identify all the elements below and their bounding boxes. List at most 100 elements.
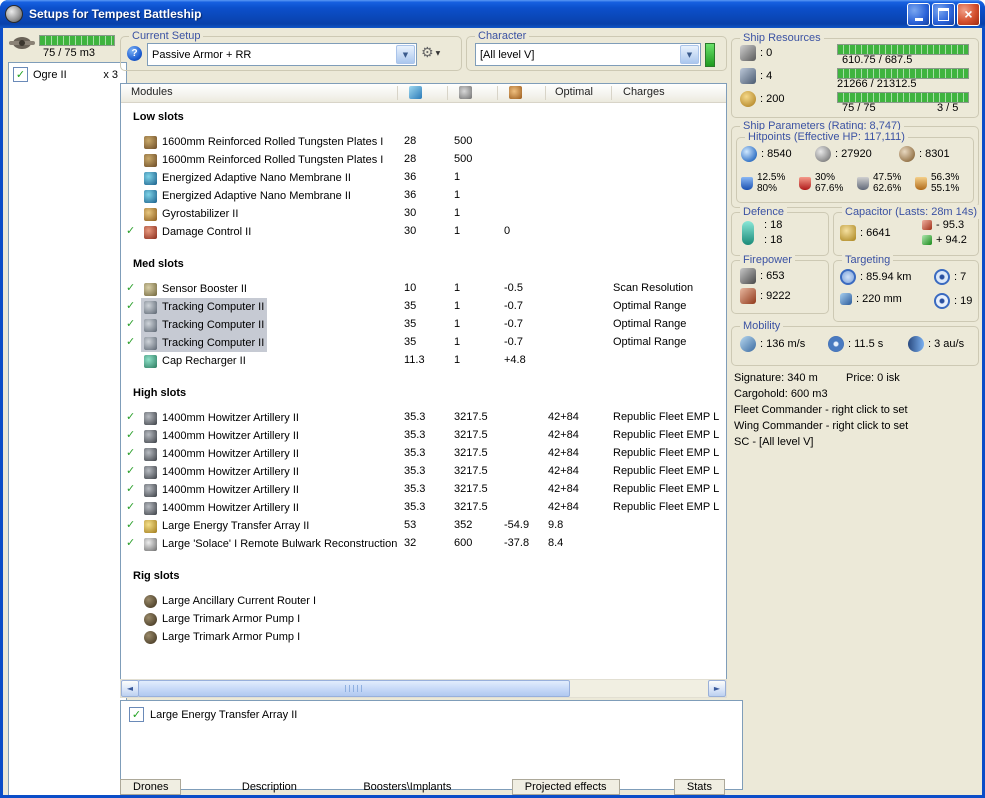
modules-header-row[interactable]: Modules Optimal Charges (121, 84, 726, 103)
module-row[interactable]: 1600mm Reinforced Rolled Tungsten Plates… (121, 133, 726, 151)
module-active-check-icon[interactable]: ✓ (126, 335, 135, 348)
module-row[interactable]: ✓ Damage Control II 30 1 0 (121, 223, 726, 241)
help-icon[interactable]: ? (127, 46, 142, 61)
module-name[interactable]: Large Trimark Armor Pump I (162, 613, 300, 625)
squad-commander-text[interactable]: SC - [All level V] (734, 434, 976, 450)
module-name-cell[interactable]: 1400mm Howitzer Artillery II (141, 499, 302, 517)
module-name-cell[interactable]: Large 'Solace' I Remote Bulwark Reconstr… (141, 535, 400, 553)
module-name-cell[interactable]: Gyrostabilizer II (141, 205, 241, 223)
module-name[interactable]: Cap Recharger II (162, 355, 246, 367)
module-row[interactable]: ✓ 1400mm Howitzer Artillery II 35.3 3217.5 4… (121, 427, 726, 445)
powergrid-icon[interactable] (459, 86, 472, 99)
module-name-cell[interactable]: Tracking Computer II (141, 334, 268, 352)
module-active-check-icon[interactable]: ✓ (126, 500, 135, 513)
module-row[interactable]: Large Trimark Armor Pump I (121, 628, 726, 646)
module-name[interactable]: 1400mm Howitzer Artillery II (162, 466, 299, 478)
module-name-cell[interactable]: Large Trimark Armor Pump I (141, 610, 303, 628)
module-row[interactable]: Energized Adaptive Nano Membrane II 36 1 (121, 169, 726, 187)
module-name-cell[interactable]: 1400mm Howitzer Artillery II (141, 409, 302, 427)
module-row[interactable]: Cap Recharger II 11.3 1 +4.8 (121, 352, 726, 370)
module-name-cell[interactable]: 1400mm Howitzer Artillery II (141, 463, 302, 481)
optimal-column-header[interactable]: Optimal (555, 86, 593, 98)
module-row[interactable]: Large Ancillary Current Router I (121, 592, 726, 610)
module-active-check-icon[interactable]: ✓ (126, 482, 135, 495)
module-name-cell[interactable]: Tracking Computer II (141, 316, 268, 334)
module-name[interactable]: Gyrostabilizer II (162, 208, 238, 220)
module-row[interactable]: Energized Adaptive Nano Membrane II 36 1 (121, 187, 726, 205)
module-name[interactable]: Large Trimark Armor Pump I (162, 631, 300, 643)
module-row[interactable]: ✓ Tracking Computer II 35 1 -0.7 Optimal Rang… (121, 334, 726, 352)
chevron-down-icon[interactable]: ▼ (396, 45, 415, 64)
module-name-cell[interactable]: Tracking Computer II (141, 298, 268, 316)
module-name-cell[interactable]: 1400mm Howitzer Artillery II (141, 427, 302, 445)
module-row[interactable]: 1600mm Reinforced Rolled Tungsten Plates… (121, 151, 726, 169)
scroll-left-button[interactable]: ◄ (121, 680, 139, 697)
module-name[interactable]: Tracking Computer II (162, 301, 264, 313)
module-name-cell[interactable]: Energized Adaptive Nano Membrane II (141, 187, 354, 205)
drone-list-item[interactable]: ✓ Ogre II x 3 (13, 67, 122, 82)
module-name-cell[interactable]: Sensor Booster II (141, 280, 250, 298)
drone-checkbox[interactable]: ✓ (13, 67, 28, 82)
fleet-commander-text[interactable]: Fleet Commander - right click to set (734, 402, 976, 418)
module-name[interactable]: Large 'Solace' I Remote Bulwark Reconstr… (162, 538, 397, 550)
module-name[interactable]: 1400mm Howitzer Artillery II (162, 430, 299, 442)
module-name-cell[interactable]: Energized Adaptive Nano Membrane II (141, 169, 354, 187)
module-row[interactable]: Gyrostabilizer II 30 1 (121, 205, 726, 223)
minimize-button[interactable] (907, 2, 930, 26)
tab-drones[interactable]: Drones (120, 779, 182, 795)
charge-checkbox[interactable]: ✓ (129, 707, 144, 722)
module-row[interactable]: ✓ 1400mm Howitzer Artillery II 35.3 3217.5 4… (121, 481, 726, 499)
module-active-check-icon[interactable]: ✓ (126, 446, 135, 459)
module-name-cell[interactable]: 1400mm Howitzer Artillery II (141, 481, 302, 499)
module-active-check-icon[interactable]: ✓ (126, 224, 135, 237)
module-name[interactable]: 1600mm Reinforced Rolled Tungsten Plates… (162, 154, 383, 166)
scroll-right-button[interactable]: ► (708, 680, 726, 697)
module-name[interactable]: Tracking Computer II (162, 337, 264, 349)
setup-combobox[interactable]: Passive Armor + RR ▼ (147, 43, 417, 66)
module-row[interactable]: ✓ Large Energy Transfer Array II 53 352 -54.… (121, 517, 726, 535)
titlebar[interactable]: Setups for Tempest Battleship × (0, 0, 985, 28)
module-name[interactable]: Sensor Booster II (162, 283, 247, 295)
modules-column-header[interactable]: Modules (131, 86, 173, 98)
module-row[interactable]: ✓ Large 'Solace' I Remote Bulwark Reconst… (121, 535, 726, 553)
module-name-cell[interactable]: Large Energy Transfer Array II (141, 517, 312, 535)
module-name[interactable]: Tracking Computer II (162, 319, 264, 331)
module-name-cell[interactable]: 1600mm Reinforced Rolled Tungsten Plates… (141, 151, 386, 169)
module-name[interactable]: 1400mm Howitzer Artillery II (162, 502, 299, 514)
module-name[interactable]: Large Energy Transfer Array II (162, 520, 309, 532)
module-name-cell[interactable]: 1400mm Howitzer Artillery II (141, 445, 302, 463)
cpu-icon[interactable] (409, 86, 422, 99)
module-active-check-icon[interactable]: ✓ (126, 428, 135, 441)
module-active-check-icon[interactable]: ✓ (126, 518, 135, 531)
module-name-cell[interactable]: 1600mm Reinforced Rolled Tungsten Plates… (141, 133, 386, 151)
maximize-button[interactable] (932, 2, 955, 26)
module-name-cell[interactable]: Large Trimark Armor Pump I (141, 628, 303, 646)
chevron-down-icon[interactable]: ▼ (680, 45, 699, 64)
module-name[interactable]: 1400mm Howitzer Artillery II (162, 448, 299, 460)
module-row[interactable]: ✓ 1400mm Howitzer Artillery II 35.3 3217.5 4… (121, 463, 726, 481)
module-row[interactable]: ✓ Tracking Computer II 35 1 -0.7 Optimal Rang… (121, 316, 726, 334)
module-name-cell[interactable]: Large Ancillary Current Router I (141, 592, 319, 610)
setup-tools-button[interactable]: ⚙ ▼ (421, 46, 440, 60)
tab-stats[interactable]: Stats (673, 779, 725, 795)
module-name[interactable]: 1400mm Howitzer Artillery II (162, 412, 299, 424)
module-row[interactable]: Large Trimark Armor Pump I (121, 610, 726, 628)
module-row[interactable]: ✓ 1400mm Howitzer Artillery II 35.3 3217.5 4… (121, 499, 726, 517)
character-combobox[interactable]: [All level V] ▼ (475, 43, 701, 66)
scrollbar-thumb[interactable] (138, 680, 570, 697)
module-name[interactable]: Energized Adaptive Nano Membrane II (162, 190, 351, 202)
module-name[interactable]: Energized Adaptive Nano Membrane II (162, 172, 351, 184)
module-active-check-icon[interactable]: ✓ (126, 410, 135, 423)
tab-boosters-implants[interactable]: Boosters\Implants (357, 781, 457, 793)
module-name[interactable]: 1600mm Reinforced Rolled Tungsten Plates… (162, 136, 383, 148)
module-name-cell[interactable]: Cap Recharger II (141, 352, 249, 370)
drone-list[interactable]: ✓ Ogre II x 3 (8, 62, 127, 795)
module-name[interactable]: Damage Control II (162, 226, 251, 238)
module-row[interactable]: ✓ 1400mm Howitzer Artillery II 35.3 3217.5 4… (121, 409, 726, 427)
module-row[interactable]: ✓ Sensor Booster II 10 1 -0.5 Scan Resolution (121, 280, 726, 298)
module-name-cell[interactable]: Damage Control II (141, 223, 254, 241)
module-active-check-icon[interactable]: ✓ (126, 464, 135, 477)
capacitor-icon[interactable] (509, 86, 522, 99)
module-active-check-icon[interactable]: ✓ (126, 536, 135, 549)
charges-column-header[interactable]: Charges (623, 86, 665, 98)
